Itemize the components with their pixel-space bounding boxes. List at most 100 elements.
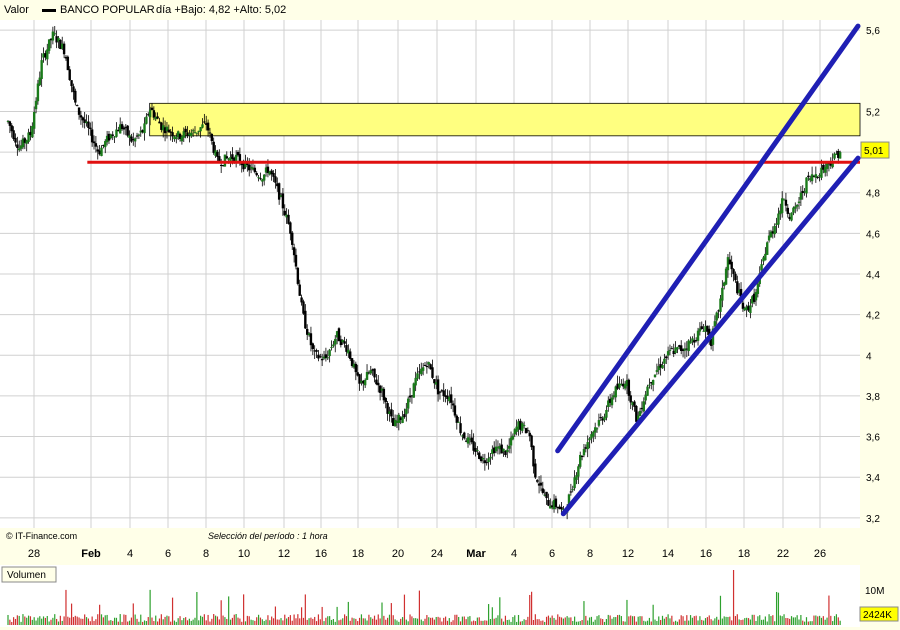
volume-bar [663,618,665,625]
candle-body [449,394,453,403]
volume-bar [136,618,138,625]
candle-body [75,105,79,107]
volume-bar [639,616,641,625]
volume-bar [418,590,420,625]
volume-bar [121,621,123,625]
candle-body [296,267,300,284]
candle-body [281,193,285,209]
volume-bar [375,619,377,625]
time-tick: 8 [203,548,209,560]
volume-bar [373,615,376,625]
volume-bar [525,619,527,625]
candle-body [289,222,292,234]
candle-body [423,364,427,366]
volume-bar [545,616,548,625]
price-tick: 5,2 [866,107,880,118]
volume-bar [747,618,750,625]
volume-bar [310,617,312,625]
volume-bar [76,616,78,625]
volume-bar [770,616,772,625]
volume-bar [113,617,116,625]
volume-bar [168,616,170,625]
volume-bar [387,617,389,625]
volume-bar [620,616,622,625]
volume-bar [802,620,804,625]
time-tick: Mar [466,548,486,560]
volume-bar [325,617,327,625]
candle-body [741,302,745,309]
candle-body [536,480,539,482]
volume-bar [327,616,329,625]
volume-bar [42,616,45,625]
volume-bar [527,616,529,625]
volume-bar [57,621,60,625]
volume-bar [487,604,490,625]
candle-body [92,141,96,144]
volume-bar [351,617,353,625]
candle-body [651,380,655,385]
candle-body [14,137,17,143]
candle-body [87,121,90,128]
volume-bar [559,616,561,625]
volume-bar [489,618,492,625]
volume-bar [18,615,20,625]
volume-bar [504,615,507,625]
volume-bar [289,615,291,625]
volume-bar [478,617,480,625]
volume-bar [721,618,723,625]
volume-bar [499,597,501,625]
volume-bar [306,619,308,625]
volume-bar [622,621,624,625]
volume-bar [474,621,477,625]
candle-body [53,33,56,35]
volume-bar [235,614,237,625]
volume-bar [97,614,99,625]
volume-bar [529,594,531,625]
volume-bar [684,620,686,625]
candle-body [70,80,73,87]
volume-bar [65,589,67,625]
volume-bar [562,618,564,625]
volume-bar [200,615,202,625]
candle-body [89,127,92,130]
volume-bar [415,618,417,625]
volume-bar [228,596,230,625]
volume-bar [484,620,486,625]
candle-body [373,368,376,378]
price-tick: 5,6 [866,26,880,37]
candle-body [838,152,842,159]
candle-body [412,383,415,398]
volume-bar [84,614,86,625]
volume-bar [334,621,336,625]
volume-bar [46,615,48,625]
volume-bar [628,616,630,625]
volume-bar [278,619,280,625]
volume-bar [99,604,101,625]
candle-body [530,435,533,448]
volume-bar [757,616,759,625]
candle-body [126,125,129,136]
volume-bar [641,616,643,625]
time-tick: 14 [662,548,674,560]
volume-bar [830,615,832,625]
time-tick: 24 [431,548,443,560]
candle-body [455,415,458,423]
candle-body [532,445,535,467]
volume-bar [261,619,263,625]
volume-bar [35,620,37,625]
volume-bar [572,621,574,625]
volume-bar [207,614,209,625]
volume-bar [574,616,576,625]
volume-bar [14,618,17,625]
candle-body [32,112,36,129]
volume-bar [480,620,482,625]
volume-bar [712,620,714,625]
volume-bar [183,617,185,625]
volume-bar [48,621,50,625]
volume-bar [590,616,593,625]
candle-body [171,132,174,137]
volume-bar [697,620,699,625]
volume-bar [517,614,520,625]
volume-bar [403,594,406,625]
candle-body [319,356,322,358]
